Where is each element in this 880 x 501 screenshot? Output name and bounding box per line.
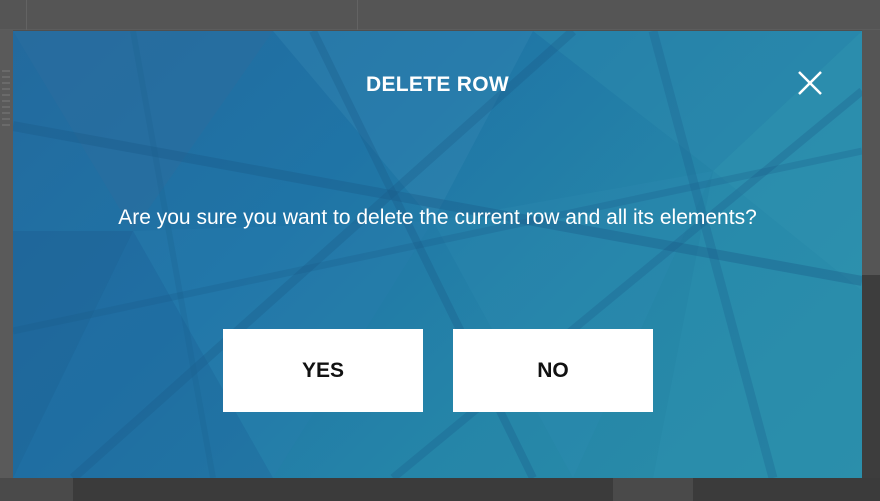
toolbar-divider <box>357 0 358 30</box>
toolbar-divider <box>26 0 27 30</box>
background-ruler <box>0 30 13 478</box>
dialog-title: DELETE ROW <box>366 73 509 96</box>
background-side-panel <box>862 30 880 478</box>
geometric-background-pattern <box>13 31 862 478</box>
yes-button[interactable]: YES <box>223 329 423 412</box>
background-toolbar <box>0 0 880 30</box>
close-button[interactable] <box>793 69 827 99</box>
background-bottom-block <box>73 478 613 501</box>
no-button[interactable]: NO <box>453 329 653 412</box>
background-bottom-bar <box>0 478 880 501</box>
background-bottom-block <box>693 478 880 501</box>
ruler-ticks <box>2 70 10 130</box>
delete-row-dialog: DELETE ROW Are you sure you want to dele… <box>13 31 862 478</box>
background-panel-block <box>862 275 880 478</box>
dialog-message: Are you sure you want to delete the curr… <box>118 206 757 229</box>
close-icon <box>798 71 822 95</box>
